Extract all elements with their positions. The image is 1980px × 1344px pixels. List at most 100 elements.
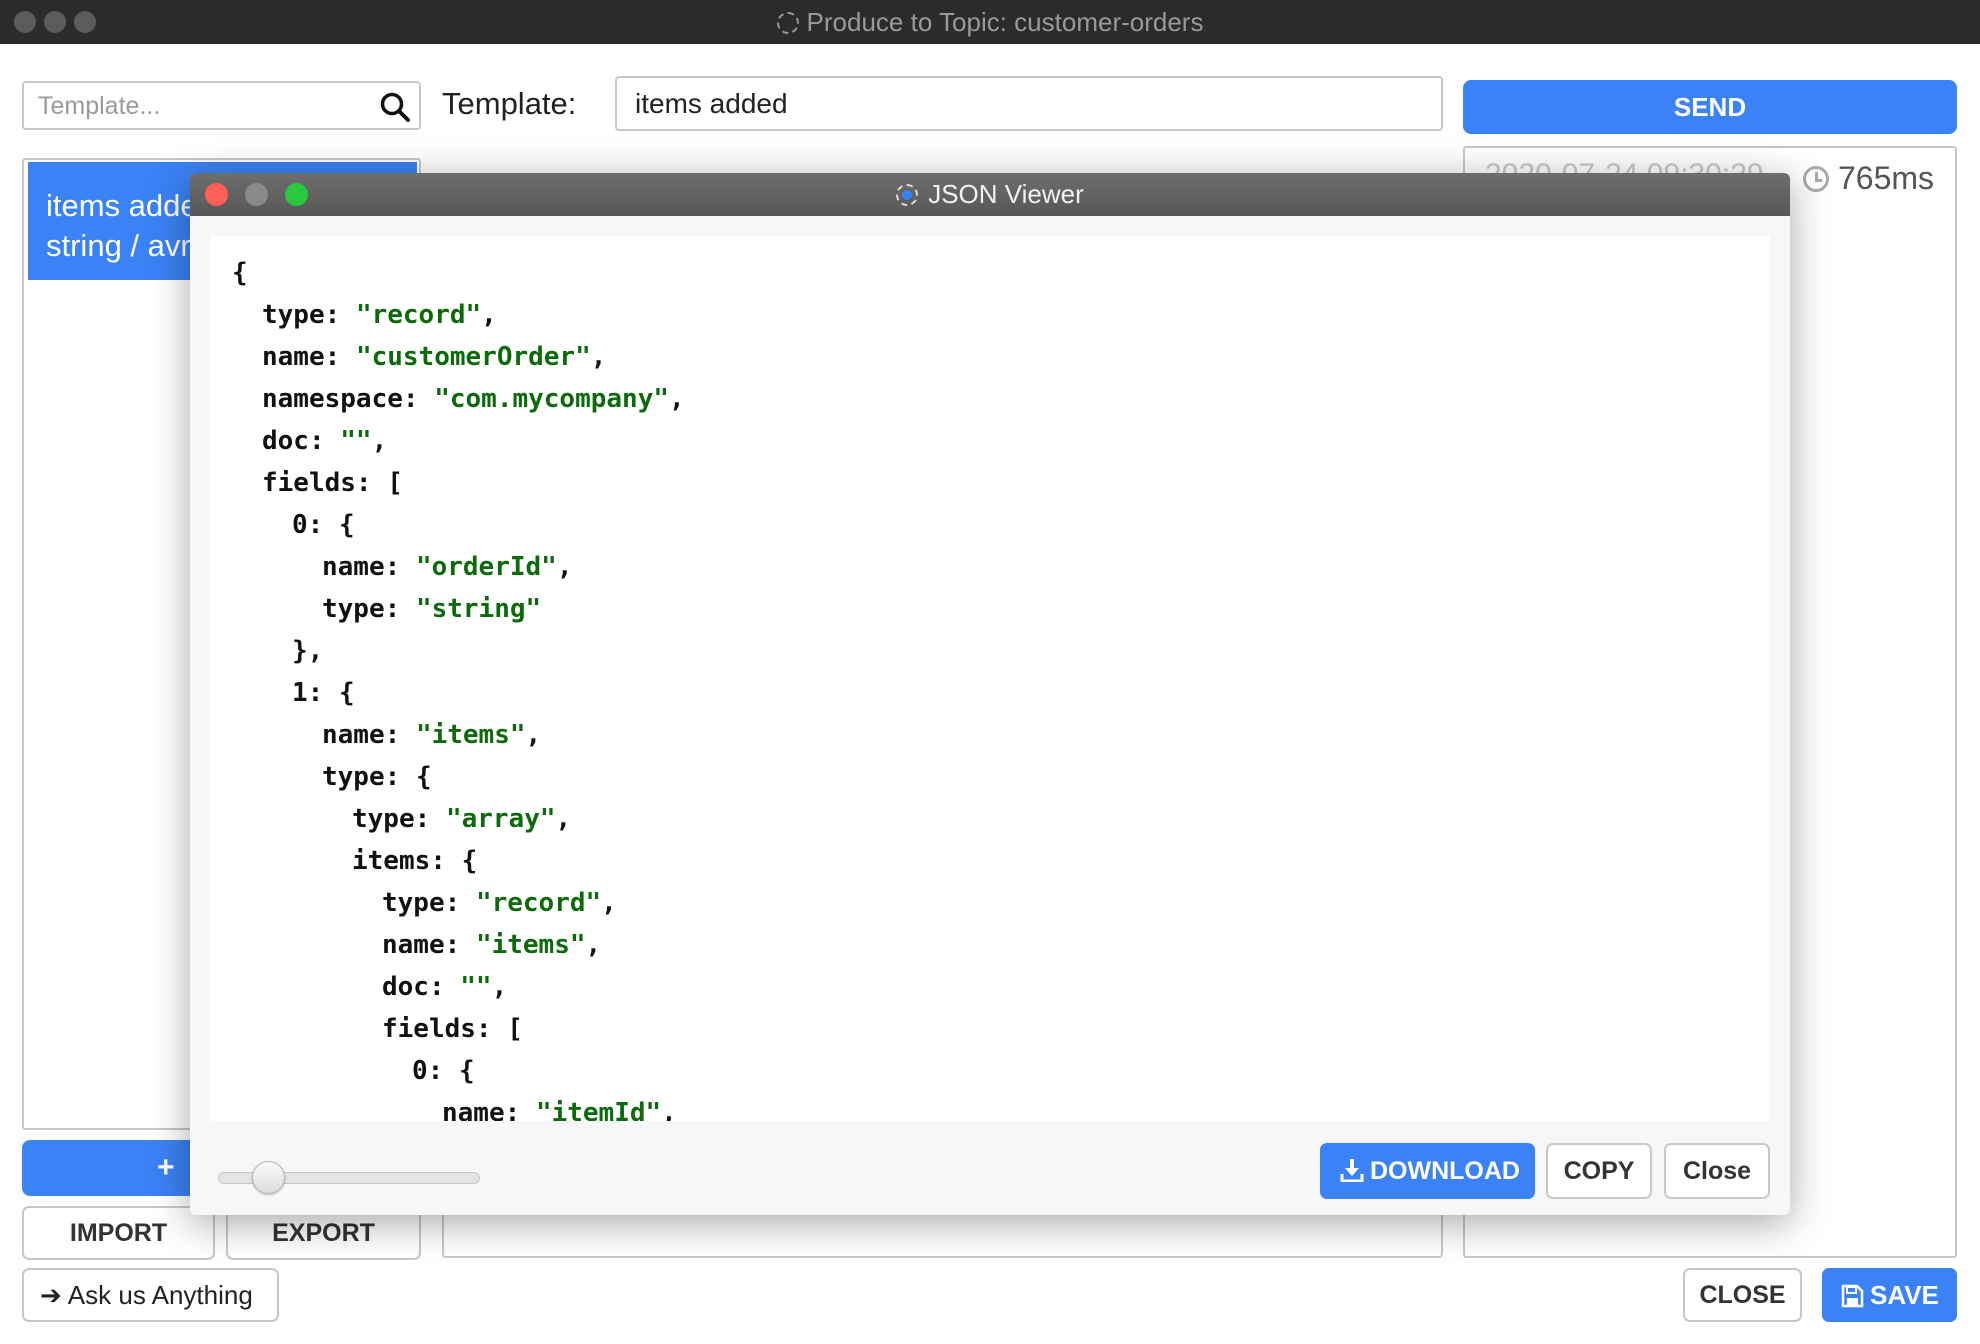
json-key: 1 [292, 678, 308, 708]
json-line: fields: [ [232, 1008, 1770, 1050]
json-line: type: "record", [232, 294, 1770, 336]
json-punctuation: , [481, 300, 497, 330]
json-value: "items" [415, 720, 526, 750]
template-name-label: Template: [442, 86, 577, 121]
json-value: "array" [445, 804, 556, 834]
json-line: fields: [ [232, 462, 1770, 504]
json-line: doc: "", [232, 966, 1770, 1008]
floppy-disk-icon [1841, 1284, 1864, 1308]
json-line: doc: "", [232, 420, 1770, 462]
close-button[interactable]: CLOSE [1683, 1268, 1802, 1322]
json-punctuation: , [555, 804, 572, 834]
json-value: "" [340, 426, 372, 456]
json-value: "string" [415, 594, 542, 624]
zoom-slider[interactable] [218, 1158, 480, 1198]
save-button[interactable]: SAVE [1822, 1268, 1957, 1322]
kafka-topic-icon [776, 12, 799, 34]
json-viewer-titlebar: JSON Viewer [190, 173, 1790, 216]
json-punctuation: { [415, 762, 432, 792]
json-punctuation: , [601, 888, 617, 918]
json-key: items [352, 846, 431, 876]
json-value: "com.mycompany" [434, 384, 670, 414]
json-line: items: { [232, 840, 1770, 882]
json-separator: : [307, 678, 339, 708]
json-value: "" [460, 972, 492, 1002]
json-value: "customerOrder" [355, 342, 591, 372]
json-key: 0 [412, 1056, 428, 1086]
json-content[interactable]: {type: "record", name: "customerOrder", na… [210, 236, 1770, 1121]
json-key: type [262, 300, 325, 330]
json-separator: : [355, 468, 388, 498]
template-name-input[interactable] [615, 76, 1443, 131]
json-separator: : [384, 762, 416, 792]
json-punctuation: , [661, 1098, 677, 1121]
json-viewer-title: JSON Viewer [190, 173, 1790, 216]
json-key: type [322, 594, 385, 624]
json-key: 0 [292, 510, 308, 540]
json-line: 0: { [232, 1050, 1770, 1092]
json-value: "itemId" [535, 1098, 662, 1121]
json-line: }, [232, 630, 1770, 672]
json-value: "items" [475, 930, 586, 960]
search-icon[interactable] [379, 91, 411, 123]
json-separator: : [444, 930, 476, 960]
json-separator: : [308, 426, 341, 456]
json-line: name: "customerOrder", [232, 336, 1770, 378]
copy-button[interactable]: COPY [1546, 1143, 1652, 1199]
json-separator: : [430, 846, 462, 876]
json-key: type [322, 762, 385, 792]
import-button[interactable]: IMPORT [22, 1206, 215, 1260]
template-search [22, 81, 421, 130]
json-key: doc [382, 972, 429, 1002]
json-separator: : [307, 510, 339, 540]
json-punctuation: [ [507, 1014, 523, 1044]
json-key: fields [382, 1014, 476, 1044]
arrow-right-icon: ➔ [40, 1280, 62, 1310]
json-punctuation: [ [387, 468, 403, 498]
json-line: { [232, 252, 1770, 294]
json-line: 1: { [232, 672, 1770, 714]
json-punctuation: , [491, 972, 508, 1002]
json-line: name: "items", [232, 714, 1770, 756]
zoom-slider-thumb[interactable] [252, 1161, 285, 1194]
ask-us-anything-button[interactable]: ➔ Ask us Anything [22, 1268, 279, 1322]
json-key: name [382, 930, 445, 960]
send-button[interactable]: SEND [1463, 80, 1957, 134]
json-key: name [322, 552, 385, 582]
json-punctuation: }, [292, 636, 324, 666]
window-title: Produce to Topic: customer-orders [0, 0, 1980, 44]
json-punctuation: { [458, 1056, 475, 1086]
json-punctuation: , [669, 384, 685, 414]
json-punctuation: { [338, 510, 355, 540]
json-separator: : [384, 594, 416, 624]
json-line: name: "items", [232, 924, 1770, 966]
json-punctuation: { [232, 258, 248, 288]
json-separator: : [427, 1056, 459, 1086]
json-line: type: "record", [232, 882, 1770, 924]
dialog-close-button[interactable]: Close [1664, 1143, 1770, 1199]
json-separator: : [384, 552, 416, 582]
json-value: "record" [355, 300, 482, 330]
json-key: namespace [262, 384, 403, 414]
json-punctuation: , [525, 720, 542, 750]
json-line: 0: { [232, 504, 1770, 546]
editor-panel[interactable] [442, 1210, 1443, 1258]
json-line: name: "orderId", [232, 546, 1770, 588]
result-duration: 765ms [1838, 160, 1935, 196]
download-icon [1340, 1159, 1364, 1183]
json-punctuation: , [585, 930, 602, 960]
json-punctuation: , [371, 426, 388, 456]
json-key: fields [262, 468, 356, 498]
kafka-topic-icon [896, 184, 919, 206]
json-punctuation: , [556, 552, 573, 582]
json-key: name [322, 720, 385, 750]
json-line: type: "array", [232, 798, 1770, 840]
json-key: doc [262, 426, 309, 456]
json-separator: : [414, 804, 446, 834]
json-key: type [382, 888, 445, 918]
json-key: name [442, 1098, 505, 1121]
download-button[interactable]: DOWNLOAD [1320, 1143, 1535, 1199]
json-line: name: "itemId", [232, 1092, 1770, 1121]
template-search-input[interactable] [38, 89, 368, 123]
json-separator: : [324, 300, 356, 330]
